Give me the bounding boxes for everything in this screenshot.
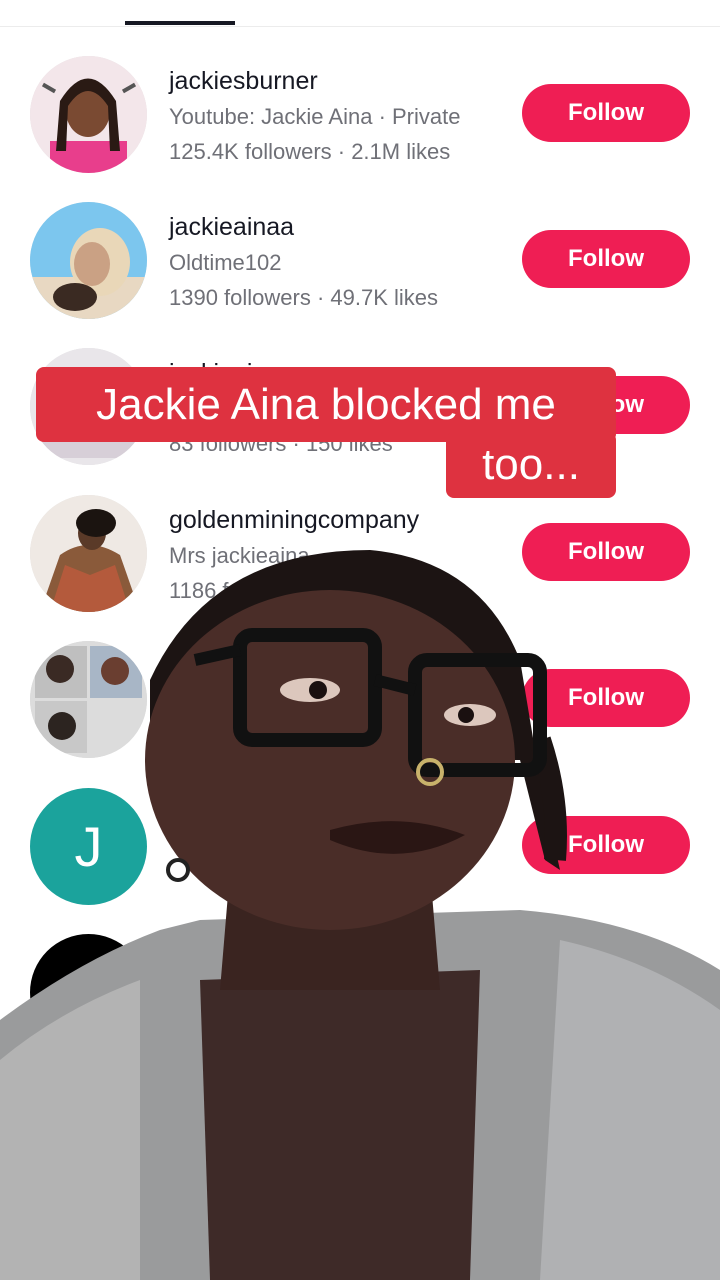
tab-bar — [0, 0, 720, 27]
user-subtitle: Oldtime102 — [169, 250, 282, 275]
person-overlay — [0, 550, 720, 1280]
user-stats: 1390 followers · 49.7K likes — [169, 285, 439, 310]
avatar[interactable] — [30, 56, 147, 173]
avatar[interactable] — [30, 202, 147, 319]
list-item[interactable]: jackiesburner Youtube: Jackie Aina · Pri… — [0, 56, 720, 202]
caption-line-2: too... — [446, 432, 616, 498]
user-subtitle: Youtube: Jackie Aina · Private — [169, 104, 461, 129]
follow-button[interactable]: Follow — [522, 230, 690, 288]
username[interactable]: jackiesburner — [169, 67, 318, 96]
username[interactable]: goldenminingcompany — [169, 506, 419, 535]
active-tab-indicator — [125, 21, 235, 25]
user-stats: 125.4K followers · 2.1M likes — [169, 139, 451, 164]
list-item[interactable]: jackieainaa Oldtime102 1390 followers · … — [0, 202, 720, 348]
username[interactable]: jackieainaa — [169, 213, 294, 242]
caption-line-1: Jackie Aina blocked me — [36, 367, 616, 442]
follow-button[interactable]: Follow — [522, 84, 690, 142]
